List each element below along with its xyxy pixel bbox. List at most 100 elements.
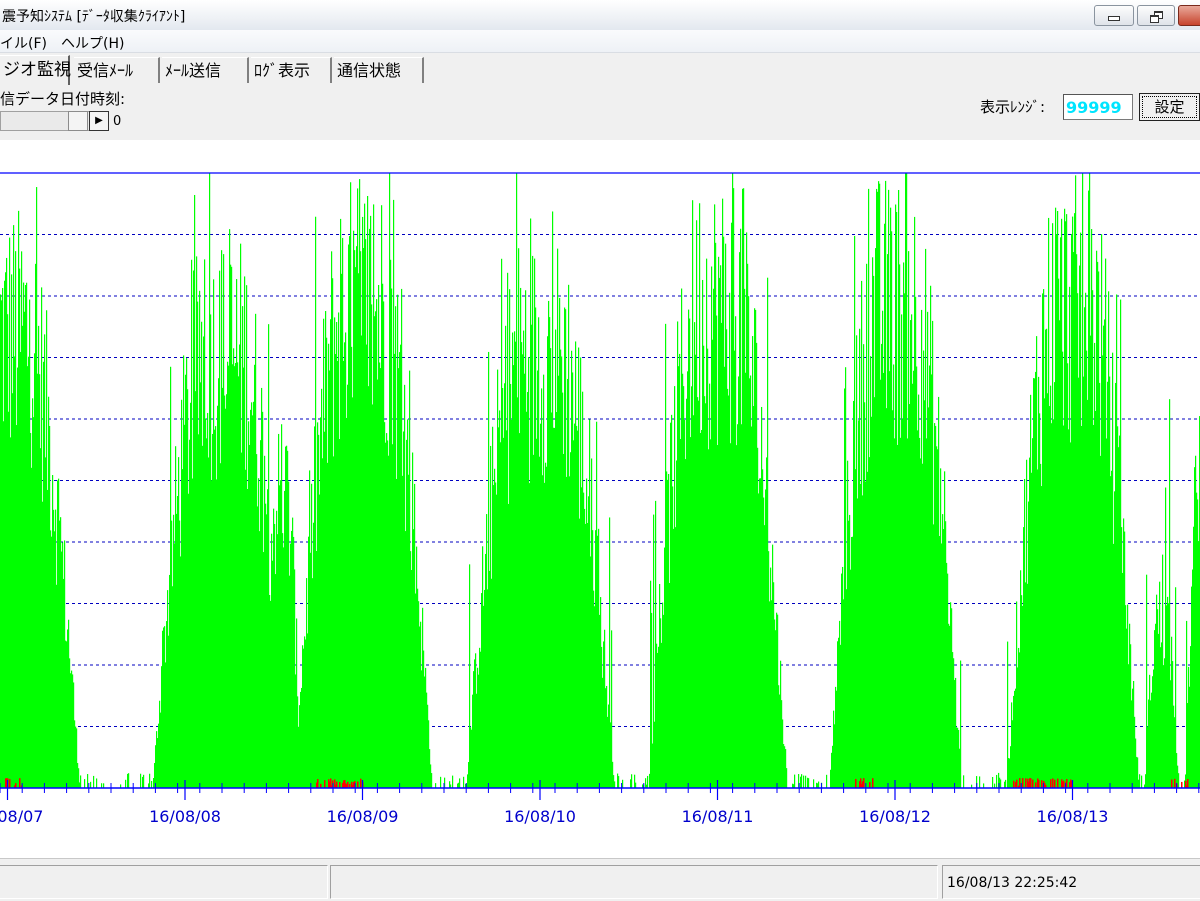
red-bar	[1035, 782, 1037, 788]
red-bar	[324, 780, 326, 788]
green-bar	[1139, 774, 1141, 788]
x-tick-label: 16/08/12	[859, 807, 931, 826]
scroll-value: 0	[113, 114, 122, 129]
green-bar	[618, 776, 620, 788]
red-bar	[353, 782, 355, 788]
green-bar	[143, 774, 145, 788]
red-bar	[1187, 779, 1189, 788]
tick-label-layer: 16/08/07 16/08/08 16/08/09 16/08/10 16/08/11…	[0, 807, 1108, 826]
green-bar	[84, 779, 86, 788]
window-title: 震予知ｼｽﾃﾑ [ﾃﾞｰﾀ収集ｸﾗｲｱﾝﾄ]	[2, 9, 186, 25]
set-button[interactable]: 設定	[1139, 93, 1200, 121]
green-bar	[826, 774, 828, 788]
green-bar	[125, 779, 127, 788]
tab-log-view[interactable]: ﾛｸﾞ表示	[251, 57, 332, 83]
x-tick-label: 16/08/10	[504, 807, 576, 826]
green-bar	[1005, 779, 1007, 788]
green-bar	[90, 781, 92, 788]
red-bar	[1057, 778, 1059, 788]
tab-send-mail[interactable]: ﾒｰﾙ送信	[162, 57, 249, 83]
red-bar	[1028, 781, 1030, 788]
green-bar	[803, 775, 805, 788]
green-bar	[140, 773, 142, 788]
green-bar	[622, 779, 624, 788]
minimize-icon	[1108, 16, 1120, 21]
red-bar	[5, 778, 7, 788]
minimize-button[interactable]	[1094, 5, 1134, 26]
green-bar	[431, 773, 433, 788]
x-tick-label: 16/08/08	[149, 807, 221, 826]
x-tick-label: 16/08/13	[1037, 807, 1109, 826]
green-bar	[1141, 775, 1143, 788]
tab-received-mail[interactable]: 受信ﾒｰﾙ	[74, 57, 160, 83]
red-bar	[1022, 778, 1024, 788]
red-bar	[1032, 779, 1034, 788]
close-button[interactable]	[1178, 5, 1200, 26]
green-bar	[459, 778, 461, 788]
green-bar	[631, 774, 633, 788]
green-bar	[96, 778, 98, 788]
red-bar	[1016, 781, 1018, 788]
red-bar	[19, 778, 21, 788]
green-bar	[818, 781, 820, 788]
green-bar	[794, 774, 796, 788]
red-bar	[872, 778, 874, 788]
set-button-label: 設定	[1142, 96, 1197, 118]
red-bar	[1050, 779, 1052, 788]
tab-geo-monitor[interactable]: ジオ監視	[0, 55, 71, 85]
red-bar	[855, 778, 857, 788]
green-bar	[149, 773, 151, 788]
red-bar	[347, 781, 349, 788]
red-bar	[1181, 782, 1183, 788]
green-bar	[87, 774, 89, 788]
status-panel-1	[0, 865, 328, 899]
green-bar	[93, 775, 95, 788]
green-bar	[808, 778, 810, 788]
red-bar	[9, 779, 11, 788]
status-bar: 16/08/13 22:25:42	[0, 858, 1200, 901]
x-tick-label: 16/08/07	[0, 807, 43, 826]
menu-file[interactable]: イル(F)	[0, 33, 47, 53]
red-bar	[339, 782, 341, 788]
receive-time-label: 信データ日付時刻:	[0, 90, 126, 108]
green-bar	[979, 776, 981, 788]
green-bar	[813, 779, 815, 788]
green-bar	[960, 660, 962, 788]
red-bar	[1063, 780, 1065, 788]
green-bar	[151, 780, 153, 788]
green-bar	[635, 782, 637, 788]
green-bar	[80, 775, 82, 788]
x-tick-label: 16/08/09	[327, 807, 399, 826]
red-bar	[1030, 778, 1032, 788]
scroll-right-arrow-icon[interactable]: ▶	[89, 111, 109, 131]
green-bar	[963, 775, 965, 788]
restore-icon	[1150, 10, 1163, 23]
red-bar	[317, 779, 319, 788]
green-bar	[463, 776, 465, 788]
green-bar	[786, 768, 788, 788]
red-bar	[1025, 778, 1027, 788]
tab-strip: ジオ監視 受信ﾒｰﾙ ﾒｰﾙ送信 ﾛｸﾞ表示 通信状態	[0, 55, 1200, 85]
green-bar	[1178, 773, 1180, 788]
green-bar	[805, 775, 807, 788]
status-panel-2	[330, 865, 938, 899]
red-bar	[342, 782, 344, 788]
tab-comm-status[interactable]: 通信状態	[334, 57, 424, 83]
menu-bar: イル(F) ヘルプ(H)	[0, 30, 1200, 53]
red-bar	[351, 781, 353, 788]
green-bar	[128, 773, 130, 788]
red-bar	[1061, 779, 1063, 788]
red-bar	[1054, 779, 1056, 788]
red-bar	[360, 778, 362, 788]
red-bar	[1052, 778, 1054, 788]
red-bar	[1038, 779, 1040, 788]
green-bar	[452, 775, 454, 788]
red-bar	[1171, 779, 1173, 788]
menu-help[interactable]: ヘルプ(H)	[61, 33, 124, 53]
scroll-thumb[interactable]	[68, 111, 88, 131]
green-bar	[614, 781, 616, 788]
range-input[interactable]	[1063, 94, 1133, 120]
restore-button[interactable]	[1137, 5, 1175, 26]
time-series-chart: 16/08/07 16/08/08 16/08/09 16/08/10 16/08/11…	[0, 172, 1200, 826]
status-timestamp: 16/08/13 22:25:42	[942, 865, 1200, 899]
